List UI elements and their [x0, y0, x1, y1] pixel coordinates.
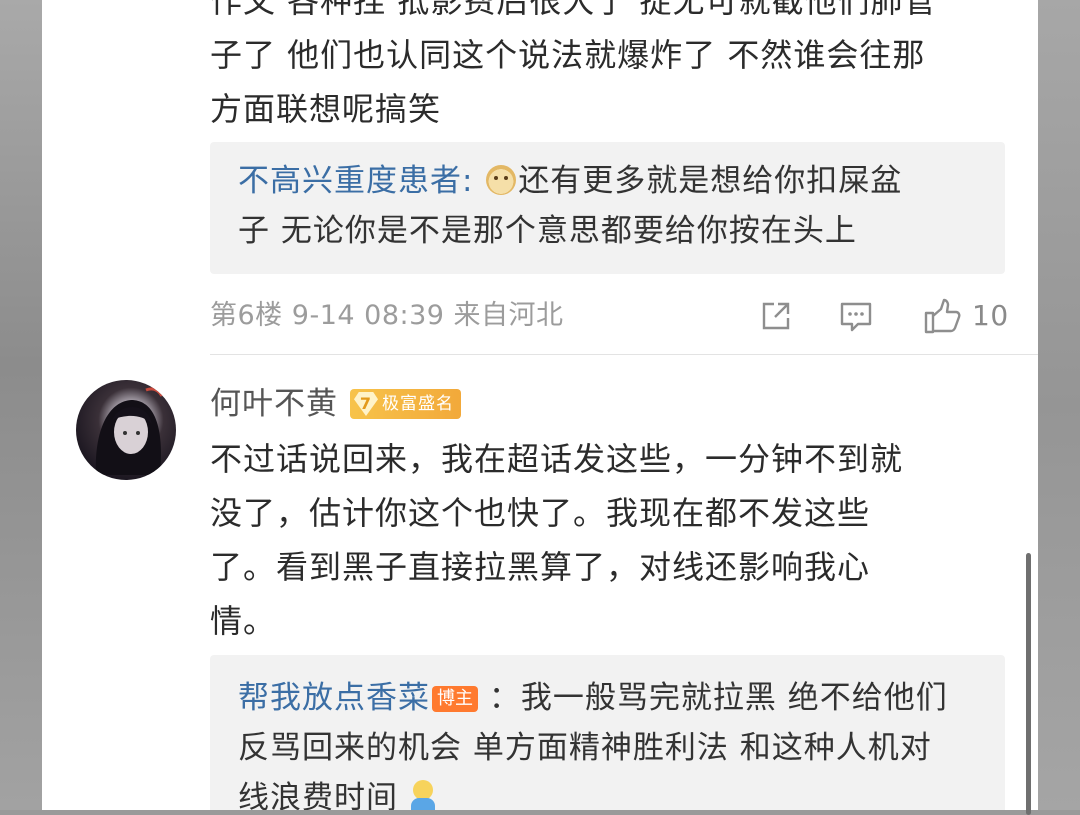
emoji-icon — [409, 780, 437, 810]
like-button[interactable]: 10 — [922, 296, 1009, 336]
fame-badge[interactable]: 7 极富盛名 — [350, 389, 461, 419]
comment-username-row: 何叶不黄 7 极富盛名 — [210, 382, 461, 426]
location: 来自河北 — [453, 300, 564, 331]
comment-text-line: 方面联想呢搞笑 — [210, 90, 442, 128]
comment-text-line: 情。 — [210, 602, 277, 640]
timestamp: 9-14 08:39 — [291, 300, 445, 331]
badge-label: 极富盛名 — [382, 394, 454, 414]
reply-username[interactable]: 不高兴重度患者 — [238, 163, 462, 199]
badge-level: 7 — [354, 392, 378, 416]
doge-emoji-icon — [486, 165, 517, 195]
comment-text: 作文 各种捏 抵影费后很大了 捉无可就截他们肺管 子了 他们也认同这个说法就爆炸… — [210, 0, 1010, 136]
backdrop-right — [1038, 0, 1080, 810]
scrollbar[interactable] — [1026, 553, 1031, 815]
comment-text: 不过话说回来，我在超话发这些，一分钟不到就 没了，估计你这个也快了。我现在都不发… — [210, 432, 1010, 648]
comment-meta: 第6楼 9-14 08:39 来自河北 10 — [210, 296, 1010, 336]
reply-text: 线浪费时间 — [238, 780, 398, 810]
reply-text: 子 无论你是不是那个意思都要给你按在头上 — [238, 213, 857, 249]
reply-text: 还有更多就是想给你扣屎盆 — [518, 163, 903, 199]
reply-preview[interactable]: 帮我放点香菜 博主 ：我一般骂完就拉黑 绝不给他们 反骂回来的机会 单方面精神胜利… — [210, 655, 1005, 810]
comment-panel: 作文 各种捏 抵影费后很大了 捉无可就截他们肺管 子了 他们也认同这个说法就爆炸… — [42, 0, 1038, 810]
divider — [210, 354, 1038, 355]
reply-username[interactable]: 帮我放点香菜 — [238, 680, 430, 716]
comment-text-line: 不过话说回来，我在超话发这些，一分钟不到就 — [210, 440, 904, 478]
reply-preview[interactable]: 不高兴重度患者: 还有更多就是想给你扣屎盆 子 无论你是不是那个意思都要给你按在… — [210, 142, 1005, 274]
comment-text-line: 子了 他们也认同这个说法就爆炸了 不然谁会往那 — [210, 36, 926, 74]
share-button[interactable] — [758, 296, 794, 336]
like-count: 10 — [972, 299, 1009, 332]
reply-text: ：我一般骂完就拉黑 绝不给他们 — [488, 680, 948, 716]
host-badge: 博主 — [432, 686, 478, 712]
reply-colon: : — [462, 163, 474, 199]
reply-text: 反骂回来的机会 单方面精神胜利法 和这种人机对 — [238, 730, 932, 766]
comment-text-line: 没了，估计你这个也快了。我现在都不发这些 — [210, 494, 871, 532]
backdrop-left — [0, 0, 42, 810]
thumbs-up-icon — [924, 298, 961, 334]
comment-username[interactable]: 何叶不黄 — [210, 382, 338, 426]
share-icon — [762, 302, 790, 330]
comment-text-line: 作文 各种捏 抵影费后很大了 捉无可就截他们肺管 — [210, 0, 937, 20]
avatar[interactable] — [76, 380, 176, 480]
comment-text-line: 了。看到黑子直接拉黑算了，对线还影响我心 — [210, 548, 871, 586]
floor-number: 第6楼 — [210, 300, 283, 331]
comment-icon — [840, 302, 872, 332]
comment-button[interactable] — [838, 296, 874, 336]
avatar-image — [95, 387, 164, 475]
